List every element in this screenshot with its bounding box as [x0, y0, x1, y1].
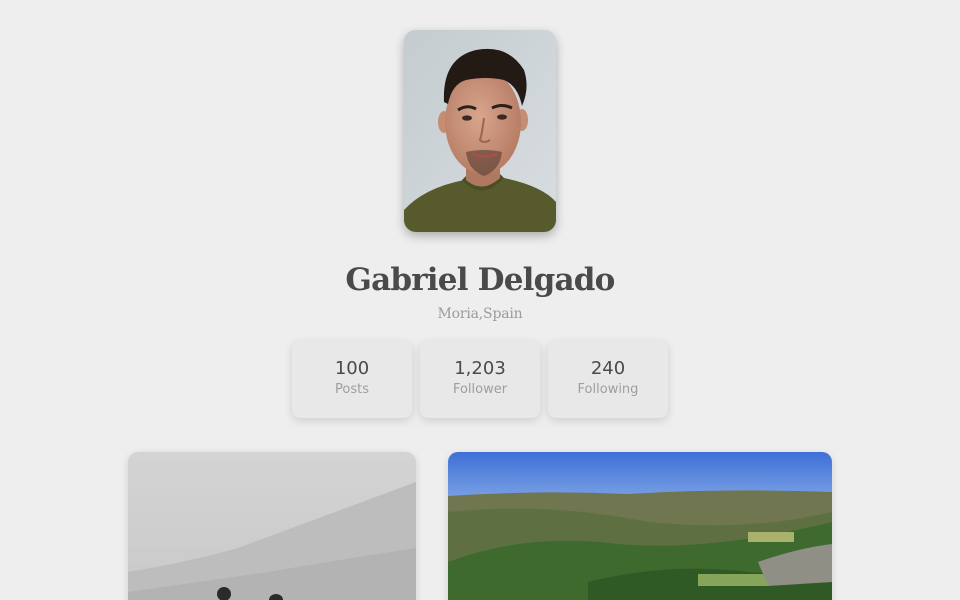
stat-following-value: 240	[590, 358, 626, 379]
stat-followers-value: 1,203	[454, 358, 506, 379]
profile-avatar	[404, 30, 556, 232]
gallery-photo-misty-hills[interactable]	[128, 452, 416, 600]
gallery-photo-green-valley[interactable]	[448, 452, 832, 600]
stat-followers-label: Follower	[452, 382, 508, 397]
stat-posts-label: Posts	[335, 382, 369, 397]
misty-hills-image	[128, 452, 416, 600]
profile-location: Moria,Spain	[437, 306, 523, 322]
stat-following[interactable]: 240 Following	[548, 340, 668, 418]
green-valley-image	[448, 452, 832, 600]
stat-posts[interactable]: 100 Posts	[292, 340, 412, 418]
stat-posts-value: 100	[334, 358, 370, 379]
profile-name: Gabriel Delgado	[345, 262, 615, 298]
stat-following-label: Following	[577, 382, 639, 397]
stat-followers[interactable]: 1,203 Follower	[420, 340, 540, 418]
avatar-image	[404, 30, 556, 232]
